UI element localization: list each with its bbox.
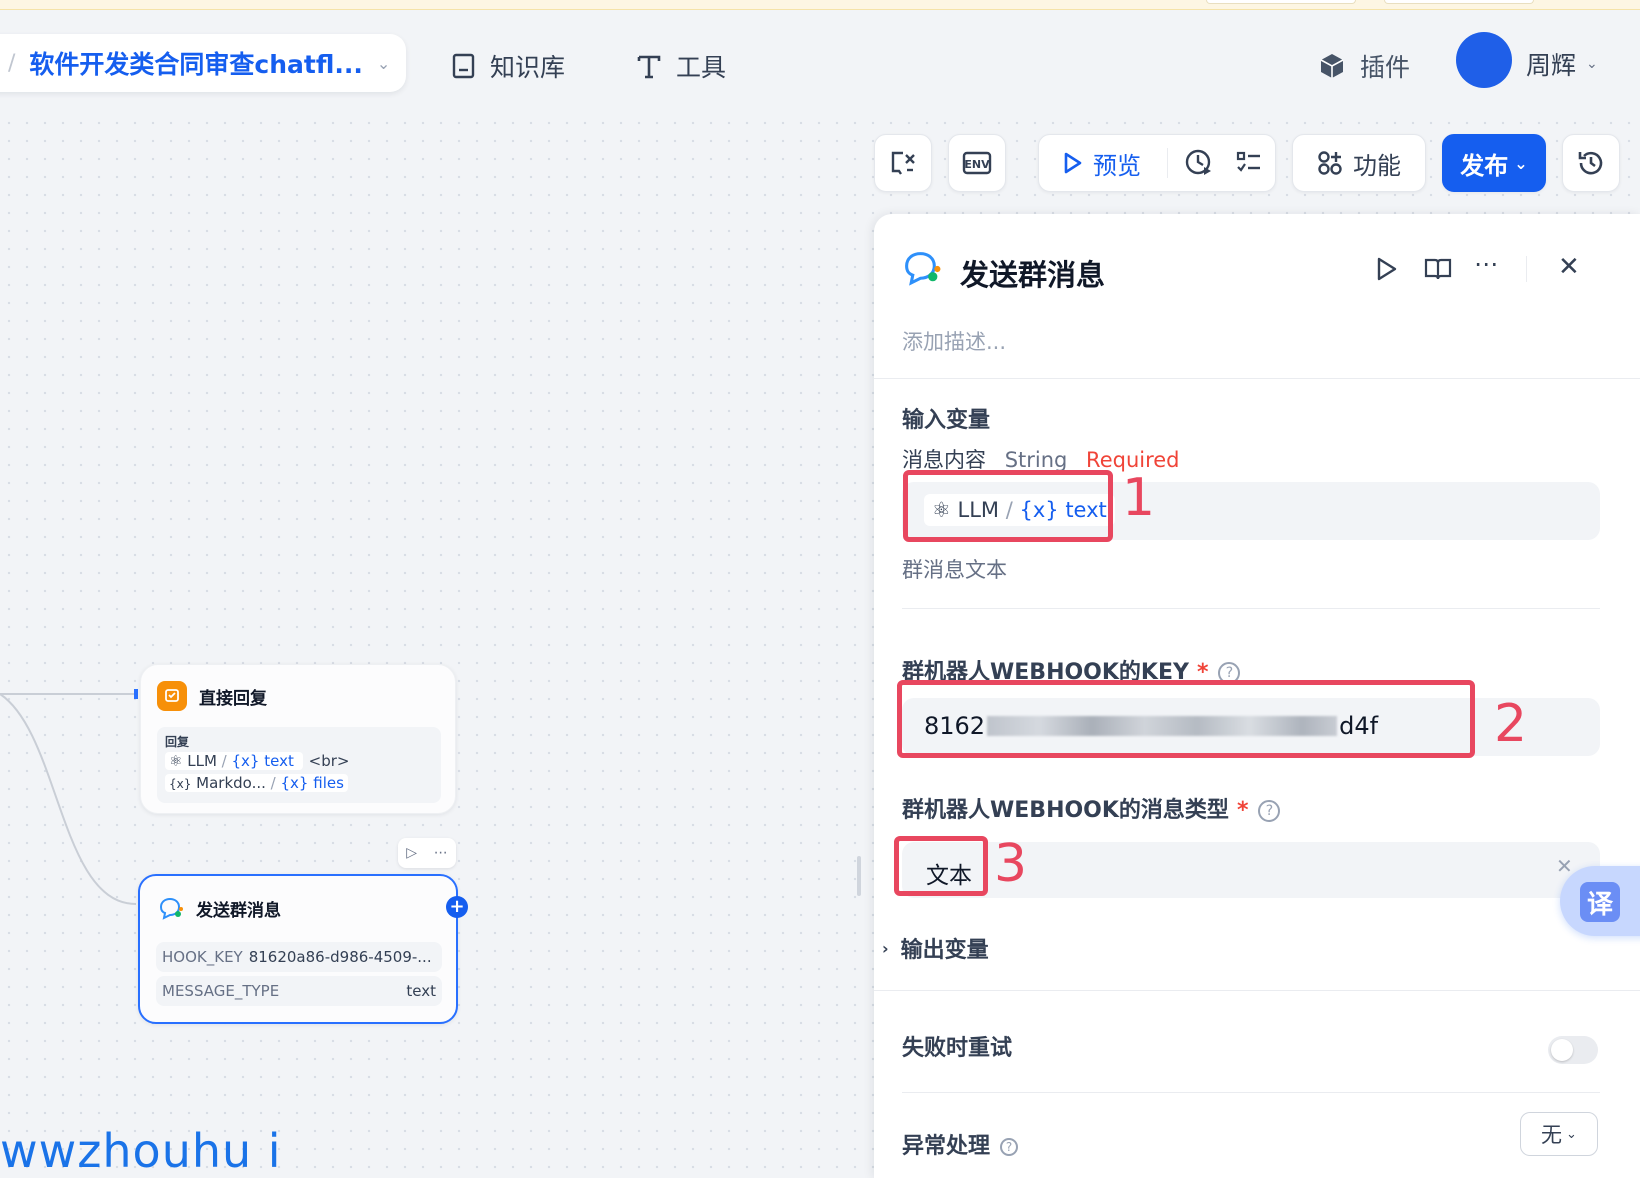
annotation-number-2: 2 — [1494, 694, 1528, 754]
version-history-button[interactable] — [1562, 134, 1620, 192]
chevron-down-icon: ⌄ — [376, 53, 391, 73]
annotation-box-1 — [903, 470, 1113, 542]
chat-bubble-icon — [902, 250, 942, 292]
features-button[interactable]: 功能 — [1292, 134, 1426, 192]
chevron-right-icon: › — [882, 938, 889, 958]
error-handling-select[interactable]: 无 ⌄ — [1520, 1112, 1598, 1156]
preview-button[interactable]: 预览 — [1063, 146, 1141, 181]
user-menu[interactable]: 周辉 ⌄ — [1526, 46, 1598, 82]
translate-float-button[interactable]: 译 — [1560, 866, 1640, 936]
add-node-button[interactable]: + — [446, 896, 468, 918]
run-node-play-icon[interactable] — [1376, 256, 1398, 286]
more-icon[interactable]: ⋯ — [1474, 250, 1498, 278]
reply-label: 回复 — [165, 735, 190, 749]
node-send-group-message[interactable]: 发送群消息 HOOK_KEY 81620a86-d986-4509-... ME… — [138, 874, 458, 1024]
reply-line: ⚛ LLM / {x} text <br> — [165, 752, 433, 770]
banner-chip — [1384, 0, 1534, 4]
param-row: HOOK_KEY 81620a86-d986-4509-... — [156, 942, 442, 972]
param-row: MESSAGE_TYPE text — [156, 976, 442, 1006]
publish-button[interactable]: 发布 ⌄ — [1442, 134, 1546, 192]
annotation-box-3 — [894, 836, 988, 896]
output-vars-toggle[interactable]: › 输出变量 — [882, 932, 989, 964]
preview-group: 预览 — [1038, 134, 1276, 192]
svg-text:ENV: ENV — [964, 158, 990, 171]
edge — [0, 693, 137, 905]
variable-icon: {x} — [169, 777, 192, 791]
llm-icon: ⚛ — [169, 752, 183, 770]
nav-knowledge[interactable]: 知识库 — [452, 46, 565, 86]
close-icon[interactable]: ✕ — [1558, 252, 1580, 282]
node-direct-reply[interactable]: 直接回复 回复 ⚛ LLM / {x} text <br> {x} Markdo… — [140, 664, 456, 814]
nav-tools-label: 工具 — [676, 53, 727, 82]
nav-plugins-label: 插件 — [1360, 53, 1411, 82]
play-icon — [1064, 152, 1082, 174]
reply-content: 回复 ⚛ LLM / {x} text <br> {x} Markdo... /… — [157, 727, 441, 803]
features-label: 功能 — [1353, 151, 1401, 180]
top-bar: / 软件开发类合同审查chatfl... ⌄ 知识库 工具 插件 周辉 ⌄ — [0, 10, 1640, 114]
error-handling-label: 异常处理? — [902, 1128, 1019, 1160]
env-button[interactable]: ENV — [948, 134, 1006, 192]
chat-bubble-icon — [158, 897, 184, 921]
field1-hint: 群消息文本 — [902, 558, 1007, 582]
translate-icon: 译 — [1580, 882, 1620, 922]
nav-plugins[interactable]: 插件 — [1318, 46, 1410, 86]
more-icon[interactable]: ⋯ — [434, 845, 448, 861]
checklist-icon[interactable] — [1236, 150, 1262, 176]
node-title: 直接回复 — [199, 688, 267, 709]
annotation-box-2 — [897, 680, 1475, 758]
field3-label: 群机器人WEBHOOK的消息类型 *? — [902, 792, 1281, 824]
node-actions: ▷ ⋯ — [398, 838, 456, 868]
annotation-number-1: 1 — [1122, 468, 1156, 528]
description-input[interactable]: 添加描述... — [902, 326, 1006, 356]
app-name: 软件开发类合同审查chatfl... — [29, 50, 363, 79]
nav-knowledge-label: 知识库 — [490, 53, 566, 82]
chevron-down-icon: ⌄ — [1586, 56, 1598, 72]
retry-label: 失败时重试 — [902, 1036, 1013, 1061]
variable-inspect-button[interactable] — [874, 134, 932, 192]
avatar[interactable] — [1456, 32, 1512, 88]
watermark: wwzhouhu i — [0, 1124, 282, 1178]
cube-icon — [1318, 52, 1346, 80]
reply-line: {x} Markdo... / {x} files — [165, 774, 433, 792]
features-icon — [1317, 150, 1343, 176]
book-icon — [452, 53, 476, 79]
chevron-down-icon: ⌄ — [1566, 1126, 1577, 1142]
app-selector[interactable]: / 软件开发类合同审查chatfl... ⌄ — [0, 34, 406, 92]
reply-icon — [157, 681, 187, 711]
input-vars-title: 输入变量 — [902, 408, 991, 433]
env-icon: ENV — [962, 150, 992, 176]
panel-resize-handle[interactable] — [857, 856, 861, 896]
help-icon[interactable]: ? — [1258, 800, 1281, 822]
top-banner-strip — [0, 0, 1640, 10]
help-icon[interactable]: ? — [1000, 1138, 1019, 1156]
publish-label: 发布 — [1460, 151, 1509, 180]
user-name: 周辉 — [1526, 51, 1577, 80]
node-title: 发送群消息 — [196, 901, 281, 921]
retry-toggle[interactable] — [1548, 1036, 1598, 1064]
annotation-number-3: 3 — [994, 834, 1028, 894]
book-open-icon[interactable] — [1424, 256, 1452, 286]
tool-icon — [636, 53, 662, 79]
nav-tools[interactable]: 工具 — [636, 46, 726, 86]
edge-handle — [134, 689, 138, 699]
variable-icon — [889, 150, 917, 176]
panel-title[interactable]: 发送群消息 — [960, 252, 1105, 294]
chevron-down-icon: ⌄ — [1514, 153, 1528, 173]
preview-label: 预览 — [1093, 151, 1141, 180]
banner-chip — [1206, 0, 1356, 4]
play-icon[interactable]: ▷ — [406, 845, 417, 861]
history-icon — [1577, 149, 1605, 177]
run-history-icon[interactable] — [1184, 148, 1214, 178]
